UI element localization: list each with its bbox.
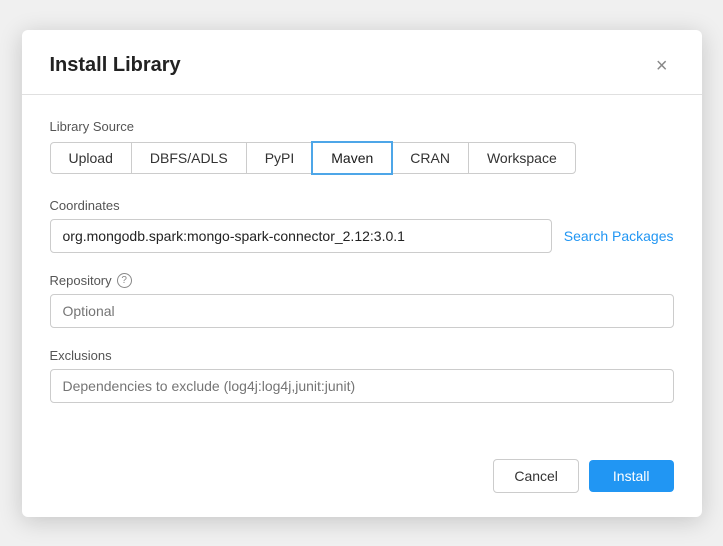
library-source-section: Library Source Upload DBFS/ADLS PyPI Mav… [50, 119, 674, 174]
tab-pypi[interactable]: PyPI [246, 142, 314, 174]
coordinates-label: Coordinates [50, 198, 674, 213]
cancel-button[interactable]: Cancel [493, 459, 579, 493]
dialog-header: Install Library × [22, 30, 702, 95]
tab-dbfs[interactable]: DBFS/ADLS [131, 142, 247, 174]
dialog-footer: Cancel Install [22, 443, 702, 517]
library-source-tabs: Upload DBFS/ADLS PyPI Maven CRAN Workspa… [50, 142, 674, 174]
repository-section: Repository ? [50, 273, 674, 328]
library-source-label: Library Source [50, 119, 674, 134]
coordinates-section: Coordinates Search Packages [50, 198, 674, 253]
exclusions-label: Exclusions [50, 348, 674, 363]
tab-upload[interactable]: Upload [50, 142, 132, 174]
tab-workspace[interactable]: Workspace [468, 142, 576, 174]
repository-input[interactable] [50, 294, 674, 328]
repository-help-icon[interactable]: ? [117, 273, 132, 288]
coordinates-input[interactable] [50, 219, 552, 253]
close-button[interactable]: × [650, 54, 674, 78]
search-packages-link[interactable]: Search Packages [564, 228, 674, 244]
exclusions-section: Exclusions [50, 348, 674, 403]
dialog-body: Library Source Upload DBFS/ADLS PyPI Mav… [22, 95, 702, 443]
dialog-title: Install Library [50, 54, 181, 77]
tab-maven[interactable]: Maven [312, 142, 392, 174]
repository-label: Repository ? [50, 273, 674, 288]
exclusions-input[interactable] [50, 369, 674, 403]
install-library-dialog: Install Library × Library Source Upload … [22, 30, 702, 517]
install-button[interactable]: Install [589, 460, 674, 492]
coordinates-row: Search Packages [50, 219, 674, 253]
tab-cran[interactable]: CRAN [391, 142, 469, 174]
